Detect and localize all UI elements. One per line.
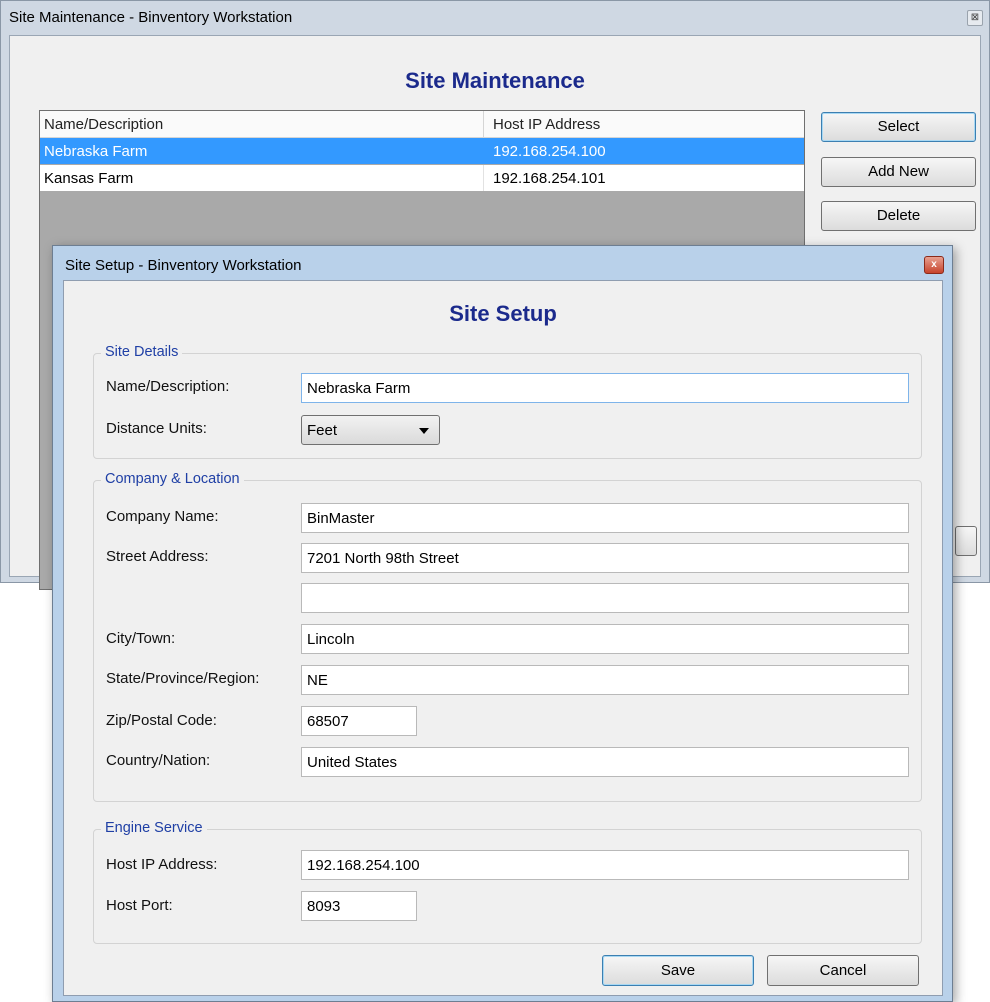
site-maintenance-titlebar[interactable]: Site Maintenance - Binventory Workstatio… <box>1 1 989 35</box>
select-button[interactable]: Select <box>821 112 976 142</box>
engine-service-title: Engine Service <box>101 820 207 836</box>
site-details-title: Site Details <box>101 344 183 360</box>
city-input[interactable]: Lincoln <box>301 624 909 654</box>
site-setup-dialog: Site Setup - Binventory Workstation x Si… <box>52 245 953 1002</box>
distance-units-select[interactable]: Feet <box>301 415 440 445</box>
table-row[interactable]: Kansas Farm 192.168.254.101 <box>40 165 804 191</box>
cancel-button[interactable]: Cancel <box>767 955 919 986</box>
site-setup-window-title: Site Setup - Binventory Workstation <box>65 257 302 274</box>
site-maintenance-window-title: Site Maintenance - Binventory Workstatio… <box>9 9 293 26</box>
grid-header: Name/Description Host IP Address <box>40 111 804 138</box>
name-description-label: Name/Description: <box>106 378 230 395</box>
table-row[interactable]: Nebraska Farm 192.168.254.100 <box>40 138 804 164</box>
zip-input[interactable]: 68507 <box>301 706 417 736</box>
site-details-group: Site Details <box>93 344 922 459</box>
city-label: City/Town: <box>106 630 176 647</box>
country-label: Country/Nation: <box>106 752 211 769</box>
street-address-line2-input[interactable] <box>301 583 909 613</box>
partially-hidden-button[interactable] <box>955 526 977 556</box>
host-port-label: Host Port: <box>106 897 173 914</box>
chevron-down-icon <box>419 428 429 434</box>
row-ip: 192.168.254.101 <box>493 170 606 187</box>
zip-label: Zip/Postal Code: <box>106 712 217 729</box>
name-description-input[interactable]: Nebraska Farm <box>301 373 909 403</box>
street-address-input[interactable]: 7201 North 98th Street <box>301 543 909 573</box>
add-new-button[interactable]: Add New <box>821 157 976 187</box>
distance-units-label: Distance Units: <box>106 420 207 437</box>
street-address-label: Street Address: <box>106 548 209 565</box>
column-header-name[interactable]: Name/Description <box>44 116 163 133</box>
save-button[interactable]: Save <box>602 955 754 986</box>
company-name-input[interactable]: BinMaster <box>301 503 909 533</box>
host-ip-label: Host IP Address: <box>106 856 218 873</box>
host-port-input[interactable]: 8093 <box>301 891 417 921</box>
host-ip-input[interactable]: 192.168.254.100 <box>301 850 909 880</box>
close-icon[interactable]: x <box>924 256 944 274</box>
distance-units-value: Feet <box>307 422 338 439</box>
row-name: Kansas Farm <box>44 170 134 187</box>
company-location-title: Company & Location <box>101 471 244 487</box>
delete-button[interactable]: Delete <box>821 201 976 231</box>
row-ip: 192.168.254.100 <box>493 143 606 160</box>
state-label: State/Province/Region: <box>106 670 260 687</box>
company-name-label: Company Name: <box>106 508 219 525</box>
close-icon[interactable]: ⊠ <box>967 10 983 26</box>
site-setup-client: Site Setup Site Details Name/Description… <box>63 280 943 996</box>
row-name: Nebraska Farm <box>44 143 148 160</box>
site-setup-heading: Site Setup <box>449 301 557 326</box>
country-input[interactable]: United States <box>301 747 909 777</box>
site-maintenance-heading: Site Maintenance <box>405 68 585 93</box>
engine-service-group: Engine Service <box>93 820 922 944</box>
column-header-ip[interactable]: Host IP Address <box>493 116 600 133</box>
state-input[interactable]: NE <box>301 665 909 695</box>
